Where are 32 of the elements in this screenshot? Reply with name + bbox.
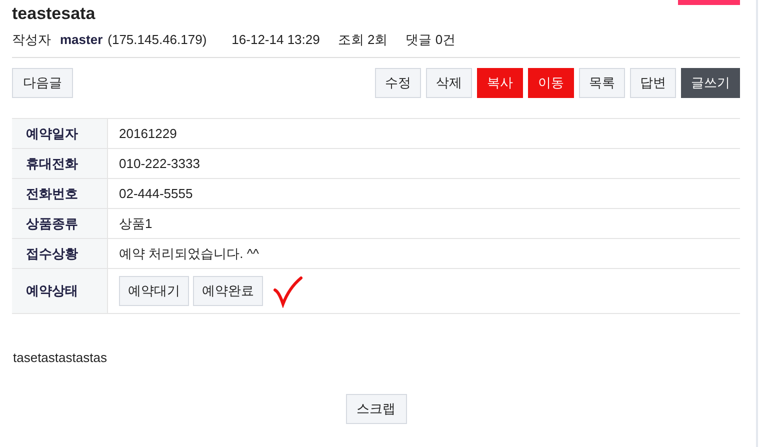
scrap-button[interactable]: 스크랩 — [346, 394, 406, 424]
field-value: 010-222-3333 — [118, 154, 201, 173]
field-label: 전화번호 — [12, 179, 108, 208]
action-button[interactable]: 수정 — [375, 68, 421, 98]
field-value: 20161229 — [118, 124, 178, 143]
status-button[interactable]: 예약완료 — [193, 276, 263, 306]
header-accent-bar — [678, 0, 740, 5]
field-value: 02-444-5555 — [118, 184, 194, 203]
action-button[interactable]: 글쓰기 — [681, 68, 740, 98]
post-title: teastesata — [12, 3, 96, 25]
author-label: 작성자 — [12, 31, 51, 50]
field-label: 상품종류 — [12, 209, 108, 238]
field-value: 예약 처리되었습니다. ^^ — [118, 244, 260, 263]
action-button[interactable]: 이동 — [528, 68, 574, 98]
field-label: 휴대전화 — [12, 149, 108, 178]
action-button[interactable]: 목록 — [579, 68, 625, 98]
action-button[interactable]: 답변 — [630, 68, 676, 98]
post-body: tasetastastastas — [13, 349, 108, 367]
action-button[interactable]: 삭제 — [426, 68, 472, 98]
comment-count: 댓글 0건 — [406, 31, 456, 50]
author-name: master — [60, 31, 103, 50]
action-button[interactable]: 복사 — [477, 68, 523, 98]
post-date: 16-12-14 13:29 — [232, 31, 320, 50]
view-count: 조회 2회 — [338, 31, 388, 50]
field-label: 예약일자 — [12, 119, 108, 148]
status-button[interactable]: 예약대기 — [119, 276, 189, 306]
next-post-button[interactable]: 다음글 — [12, 68, 73, 98]
author-ip: (175.145.46.179) — [108, 31, 207, 50]
field-value: 상품1 — [118, 214, 154, 233]
field-label: 접수상황 — [12, 239, 108, 268]
check-mark-icon — [273, 276, 303, 308]
field-label: 예약상태 — [12, 269, 108, 313]
